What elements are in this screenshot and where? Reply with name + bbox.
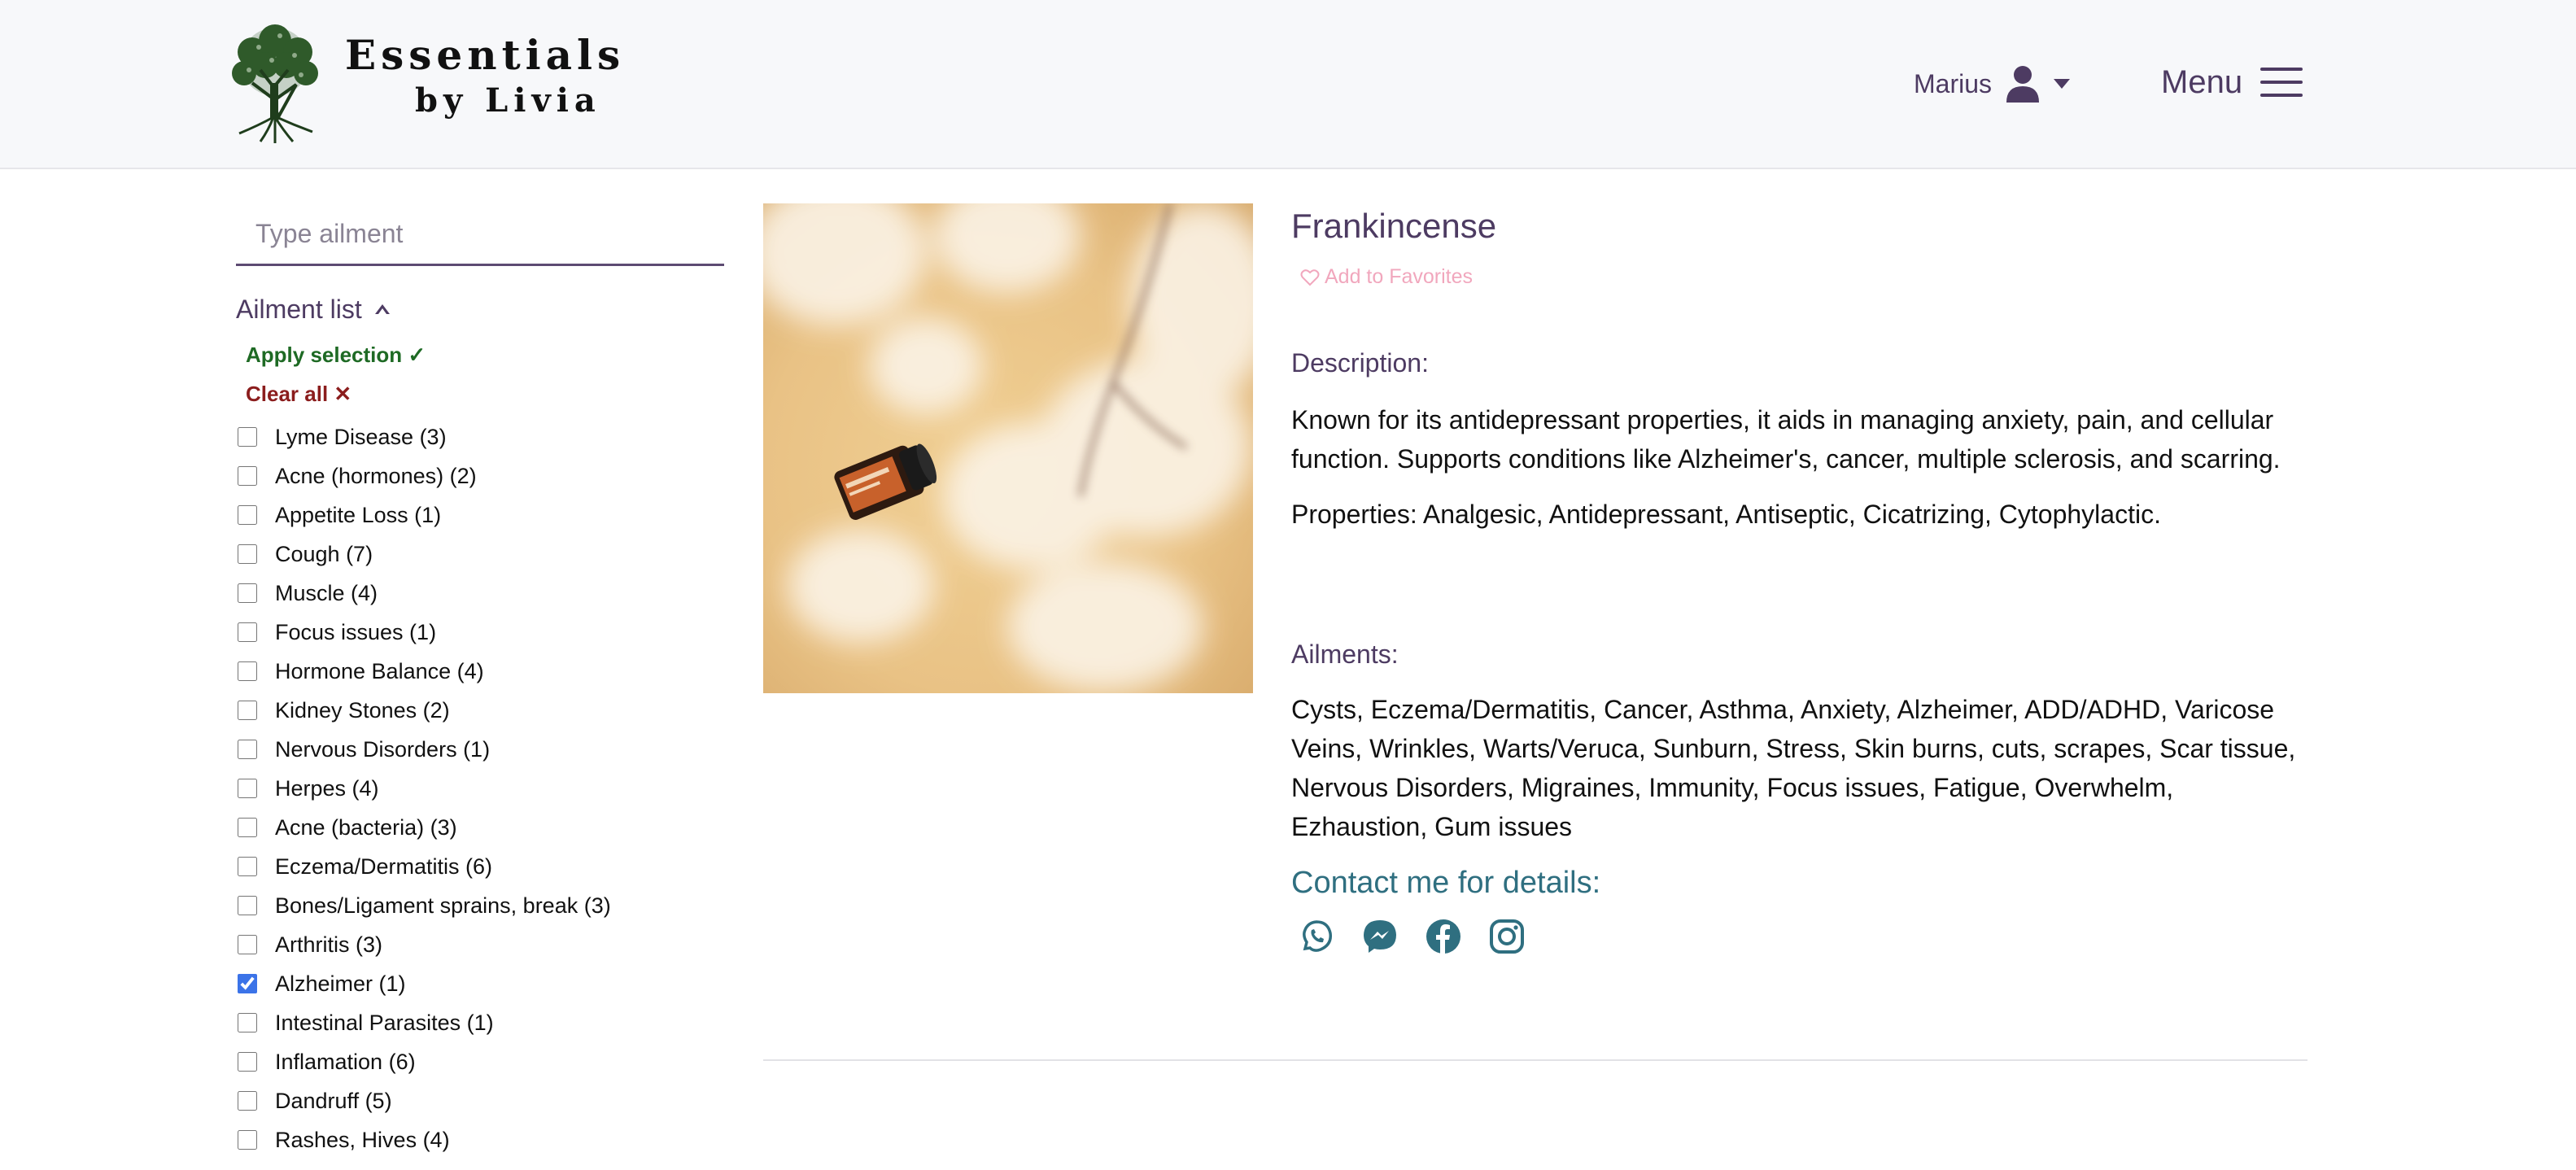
ailment-checkbox[interactable] [238,661,257,681]
user-menu-toggle[interactable]: Marius [1914,57,2071,111]
ailment-option[interactable]: Focus issues (1) [238,613,611,652]
messenger-icon[interactable] [1361,918,1399,955]
main-menu-button[interactable]: Menu [2161,54,2303,111]
ailment-checkbox-list: Lyme Disease (3) Acne (hormones) (2) Appet… [238,417,611,1159]
brand-line-2: by Livia [415,81,601,120]
clear-all-button[interactable]: Clear all ✕ [246,382,351,407]
whatsapp-icon[interactable] [1298,918,1335,955]
ailment-option-label: Focus issues (1) [275,619,437,644]
user-icon [2006,66,2040,103]
ailment-checkbox[interactable] [238,1052,257,1072]
ailment-list-toggle[interactable]: Ailment list [236,291,391,327]
ailment-option[interactable]: Acne (hormones) (2) [238,456,611,496]
ailment-checkbox[interactable] [238,974,257,993]
brand-line-1: Essentials [345,31,626,79]
product-ailments: Cysts, Eczema/Dermatitis, Cancer, Asthma… [1291,695,2296,841]
ailment-checkbox[interactable] [238,935,257,954]
ailments-label: Ailments: [1291,640,1399,669]
contact-label: Contact me for details: [1291,866,1601,900]
ailment-option-label: Acne (hormones) (2) [275,463,477,488]
site-header: Essentials by Livia Marius Menu [0,0,2576,169]
ailment-option[interactable]: Arthritis (3) [238,925,611,964]
ailment-option-label: Dandruff (5) [275,1088,392,1113]
ailment-option[interactable]: Alzheimer (1) [238,964,611,1003]
ailment-option-label: Bones/Ligament sprains, break (3) [275,893,611,918]
description-label: Description: [1291,348,1429,378]
menu-label: Menu [2161,63,2243,100]
ailment-option-label: Acne (bacteria) (3) [275,814,457,840]
ailment-option-label: Nervous Disorders (1) [275,736,491,762]
social-links [1298,918,1526,955]
ailment-option-label: Lyme Disease (3) [275,424,447,449]
ailment-option-label: Hormone Balance (4) [275,658,484,683]
instagram-icon[interactable] [1488,918,1526,955]
ailment-checkbox[interactable] [238,505,257,525]
ailment-option-label: Rashes, Hives (4) [275,1127,450,1152]
product-photo [763,203,1253,693]
product-image [763,203,1253,693]
apply-selection-button[interactable]: Apply selection ✓ [246,343,426,368]
ailment-checkbox[interactable] [238,818,257,837]
add-to-favorites-button[interactable]: Add to Favorites [1300,265,1473,289]
user-name: Marius [1914,68,1993,98]
ailment-checkbox[interactable] [238,427,257,447]
brand-name[interactable]: Essentials by Livia [345,31,625,122]
add-to-favorites-label: Add to Favorites [1325,265,1474,288]
ailment-option[interactable]: Muscle (4) [238,574,611,613]
ailment-option-label: Inflamation (6) [275,1049,416,1074]
chevron-up-icon [374,304,390,314]
ailment-option[interactable]: Eczema/Dermatitis (6) [238,847,611,886]
ailment-option[interactable]: Herpes (4) [238,769,611,808]
facebook-icon[interactable] [1425,918,1462,955]
ailment-option-label: Kidney Stones (2) [275,697,450,723]
ailment-option-label: Eczema/Dermatitis (6) [275,853,493,879]
ailment-option-label: Appetite Loss (1) [275,502,442,527]
ailment-option[interactable]: Rashes, Hives (4) [238,1120,611,1159]
ailment-option[interactable]: Bones/Ligament sprains, break (3) [238,886,611,925]
ailment-option[interactable]: Dandruff (5) [238,1081,611,1120]
ailment-list-title: Ailment list [236,294,362,324]
ailment-checkbox[interactable] [238,1091,257,1111]
ailment-option-label: Arthritis (3) [275,932,383,957]
product-description: Known for its antidepressant properties,… [1291,405,2281,474]
ailment-option[interactable]: Appetite Loss (1) [238,496,611,535]
ailment-option[interactable]: Inflamation (6) [238,1042,611,1081]
ailment-search-input[interactable] [236,208,724,259]
tree-logo-icon[interactable] [220,20,330,146]
ailment-checkbox[interactable] [238,896,257,915]
ailment-checkbox[interactable] [238,740,257,759]
product-title: Frankincense [1291,207,1497,245]
ailment-option[interactable]: Acne (bacteria) (3) [238,808,611,847]
ailment-checkbox[interactable] [238,857,257,876]
ailment-search [236,208,724,266]
ailment-checkbox[interactable] [238,583,257,603]
ailment-option[interactable]: Nervous Disorders (1) [238,730,611,769]
ailment-checkbox[interactable] [238,701,257,720]
ailment-option-label: Cough (7) [275,541,373,566]
ailment-checkbox[interactable] [238,622,257,642]
ailment-checkbox[interactable] [238,779,257,798]
ailment-option[interactable]: Cough (7) [238,535,611,574]
ailment-option[interactable]: Intestinal Parasites (1) [238,1003,611,1042]
ailment-checkbox[interactable] [238,1130,257,1150]
heart-icon [1300,268,1320,286]
ailment-option-label: Intestinal Parasites (1) [275,1010,494,1035]
ailment-option[interactable]: Lyme Disease (3) [238,417,611,456]
caret-down-icon [2054,79,2071,89]
ailment-checkbox[interactable] [238,544,257,564]
ailment-option[interactable]: Hormone Balance (4) [238,652,611,691]
ailment-option-label: Alzheimer (1) [275,971,406,996]
ailment-option-label: Herpes (4) [275,775,379,801]
ailment-checkbox[interactable] [238,1013,257,1032]
hamburger-icon [2260,68,2303,97]
section-divider [763,1059,2307,1061]
ailment-checkbox[interactable] [238,466,257,486]
ailment-option[interactable]: Kidney Stones (2) [238,691,611,730]
ailment-option-label: Muscle (4) [275,580,378,605]
product-properties: Properties: Analgesic, Antidepressant, A… [1291,500,2161,529]
